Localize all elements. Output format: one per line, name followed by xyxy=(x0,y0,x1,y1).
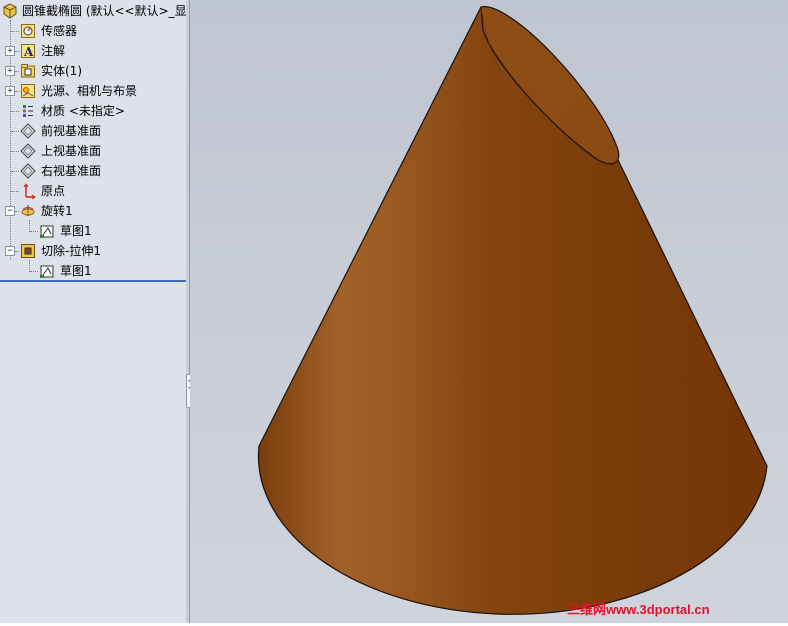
graphics-viewport[interactable] xyxy=(190,0,788,623)
tree-connector xyxy=(15,51,19,52)
tree-connector xyxy=(15,71,19,72)
part-icon xyxy=(2,3,18,19)
tree-item-label: 草图1 xyxy=(60,264,92,278)
tree-item-label: 右视基准面 xyxy=(41,164,102,178)
sensor-icon xyxy=(20,23,36,39)
annotation-icon: A xyxy=(20,43,36,59)
tree-connector xyxy=(11,191,19,192)
tree-item-label: 光源、相机与布景 xyxy=(41,84,138,98)
tree-connector xyxy=(11,151,19,152)
tree-item-sensors[interactable]: 传感器 xyxy=(0,21,186,41)
tree-connector xyxy=(11,31,19,32)
plane-icon xyxy=(20,123,36,139)
tree-item-label: 上视基准面 xyxy=(41,144,102,158)
tree-item-revolve1-sketch1[interactable]: 草图1 xyxy=(0,221,186,241)
tree-item-annotations[interactable]: + A 注解 xyxy=(0,41,186,61)
revolve-icon xyxy=(20,203,36,219)
cut-extrude-icon xyxy=(20,243,36,259)
expand-toggle[interactable]: + xyxy=(5,66,15,76)
tree-item-label: 注解 xyxy=(41,44,66,58)
tree-item-material[interactable]: 材质 <未指定> xyxy=(0,101,186,121)
feature-manager-tree: 圆锥截椭圆 (默认<<默认>_显 传感器 + A 注解 + 实体(1) + 光源… xyxy=(0,0,187,623)
tree-connector xyxy=(30,231,38,232)
tree-root-label: 圆锥截椭圆 (默认<<默认>_显 xyxy=(22,4,187,18)
svg-text:A: A xyxy=(23,45,34,59)
expand-toggle[interactable]: + xyxy=(5,86,15,96)
plane-icon xyxy=(20,163,36,179)
tree-connector xyxy=(11,131,19,132)
tree-connector xyxy=(30,271,38,272)
tree-root-part[interactable]: 圆锥截椭圆 (默认<<默认>_显 xyxy=(2,1,187,21)
tree-item-label: 旋转1 xyxy=(41,204,73,218)
origin-icon xyxy=(20,183,36,200)
solid-body-folder-icon xyxy=(20,63,36,79)
tree-item-label: 实体(1) xyxy=(41,64,82,78)
plane-icon xyxy=(20,143,36,159)
tree-item-revolve1[interactable]: − 旋转1 xyxy=(0,201,186,221)
material-icon xyxy=(20,103,36,119)
collapse-toggle[interactable]: − xyxy=(5,246,15,256)
cone-model[interactable] xyxy=(190,0,788,623)
tree-connector xyxy=(15,91,19,92)
tree-item-label: 原点 xyxy=(41,184,66,198)
tree-item-label: 草图1 xyxy=(60,224,92,238)
tree-item-label: 材质 <未指定> xyxy=(41,104,125,118)
cone-surface[interactable] xyxy=(257,5,768,615)
tree-item-right-plane[interactable]: 右视基准面 xyxy=(0,161,186,181)
tree-item-origin[interactable]: 原点 xyxy=(0,181,186,201)
tree-item-front-plane[interactable]: 前视基准面 xyxy=(0,121,186,141)
tree-item-lights-cameras[interactable]: + 光源、相机与布景 xyxy=(0,81,186,101)
tree-item-cut-extrude1[interactable]: − 切除-拉伸1 xyxy=(0,241,186,261)
tree-connector xyxy=(11,111,19,112)
expand-toggle[interactable]: + xyxy=(5,46,15,56)
tree-connector xyxy=(11,171,19,172)
tree-item-cut-extrude1-sketch1[interactable]: 草图1 xyxy=(0,261,186,281)
collapse-toggle[interactable]: − xyxy=(5,206,15,216)
rollback-bar[interactable] xyxy=(0,280,186,282)
lights-camera-scene-icon xyxy=(20,83,36,99)
tree-item-solid-bodies[interactable]: + 实体(1) xyxy=(0,61,186,81)
tree-connector xyxy=(15,211,19,212)
tree-item-top-plane[interactable]: 上视基准面 xyxy=(0,141,186,161)
tree-connector xyxy=(15,251,19,252)
tree-item-label: 前视基准面 xyxy=(41,124,102,138)
tree-item-label: 传感器 xyxy=(41,24,78,38)
sketch-icon xyxy=(39,223,55,239)
tree-item-label: 切除-拉伸1 xyxy=(41,244,101,258)
sketch-icon xyxy=(39,263,55,279)
watermark-text: 三维网www.3dportal.cn xyxy=(567,602,710,617)
